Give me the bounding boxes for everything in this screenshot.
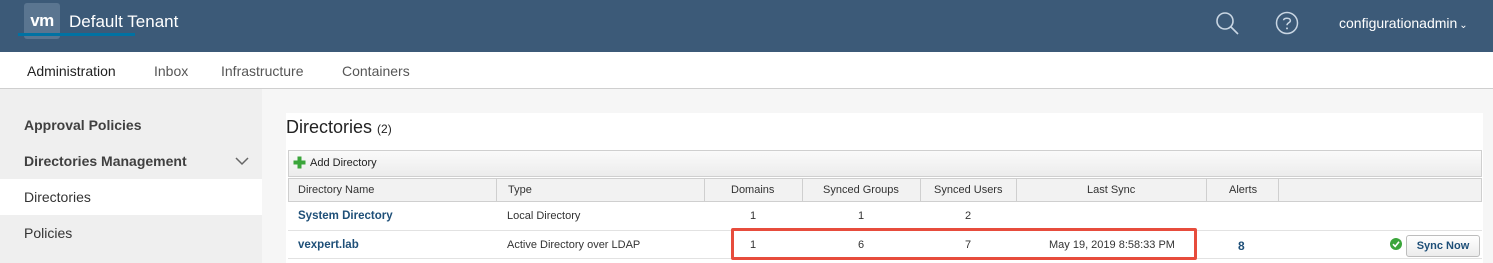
help-icon[interactable] bbox=[1274, 10, 1300, 36]
column-divider bbox=[1206, 179, 1207, 202]
highlight-box bbox=[731, 228, 1197, 260]
main-nav: Administration Inbox Infrastructure Cont… bbox=[0, 52, 1493, 89]
column-divider bbox=[1278, 179, 1279, 202]
directory-count: (2) bbox=[377, 122, 392, 136]
user-name: configurationadmin bbox=[1339, 15, 1458, 31]
active-tab-indicator bbox=[18, 33, 135, 36]
column-header-domains[interactable]: Domains bbox=[731, 184, 774, 196]
check-circle-icon bbox=[1390, 238, 1402, 250]
top-header: vm Default Tenant configurationadmin ⌄ bbox=[0, 0, 1493, 52]
tab-containers[interactable]: Containers bbox=[342, 63, 410, 79]
add-icon[interactable] bbox=[293, 156, 306, 169]
add-directory-button[interactable]: Add Directory bbox=[310, 157, 377, 169]
user-menu[interactable]: configurationadmin ⌄ bbox=[1339, 15, 1468, 31]
sidebar-item-label: Directories Management bbox=[24, 153, 187, 169]
column-header-type[interactable]: Type bbox=[508, 184, 532, 196]
page-title-text: Directories bbox=[286, 117, 373, 137]
column-divider bbox=[802, 179, 803, 202]
column-header-directory-name[interactable]: Directory Name bbox=[298, 184, 374, 196]
synced-users-count: 2 bbox=[965, 210, 972, 222]
table-row[interactable] bbox=[288, 203, 1482, 231]
sync-now-button[interactable]: Sync Now bbox=[1406, 235, 1480, 257]
column-header-last-sync[interactable]: Last Sync bbox=[1087, 184, 1135, 196]
column-divider bbox=[920, 179, 921, 202]
search-icon[interactable] bbox=[1214, 10, 1240, 36]
sidebar-item-directories-management[interactable]: Directories Management bbox=[0, 143, 262, 179]
grid-toolbar bbox=[288, 150, 1482, 177]
column-header-alerts[interactable]: Alerts bbox=[1229, 184, 1257, 196]
column-divider bbox=[1016, 179, 1017, 202]
directory-name-link[interactable]: System Directory bbox=[298, 210, 393, 222]
tab-inbox[interactable]: Inbox bbox=[154, 63, 188, 79]
directory-type: Local Directory bbox=[507, 210, 581, 222]
sidebar-item-policies[interactable]: Policies bbox=[0, 215, 262, 251]
chevron-down-icon[interactable] bbox=[234, 143, 250, 179]
chevron-down-icon: ⌄ bbox=[1459, 20, 1468, 31]
tab-administration[interactable]: Administration bbox=[27, 63, 116, 79]
page-title: Directories (2) bbox=[286, 117, 392, 138]
tab-infrastructure[interactable]: Infrastructure bbox=[221, 63, 303, 79]
column-divider bbox=[704, 179, 705, 202]
column-header-synced-users[interactable]: Synced Users bbox=[934, 184, 1002, 196]
sidebar-item-directories[interactable]: Directories bbox=[0, 179, 262, 215]
directory-type: Active Directory over LDAP bbox=[507, 239, 641, 251]
alerts-count-link[interactable]: 8 bbox=[1238, 239, 1245, 253]
column-divider bbox=[496, 179, 497, 202]
sidebar-item-approval-policies[interactable]: Approval Policies bbox=[0, 107, 262, 143]
synced-groups-count: 1 bbox=[858, 210, 865, 222]
domains-count: 1 bbox=[750, 210, 757, 222]
sidebar: Approval Policies Directories Management… bbox=[0, 89, 262, 263]
directory-name-link[interactable]: vexpert.lab bbox=[298, 239, 359, 251]
tenant-name: Default Tenant bbox=[69, 12, 179, 31]
column-header-synced-groups[interactable]: Synced Groups bbox=[823, 184, 899, 196]
